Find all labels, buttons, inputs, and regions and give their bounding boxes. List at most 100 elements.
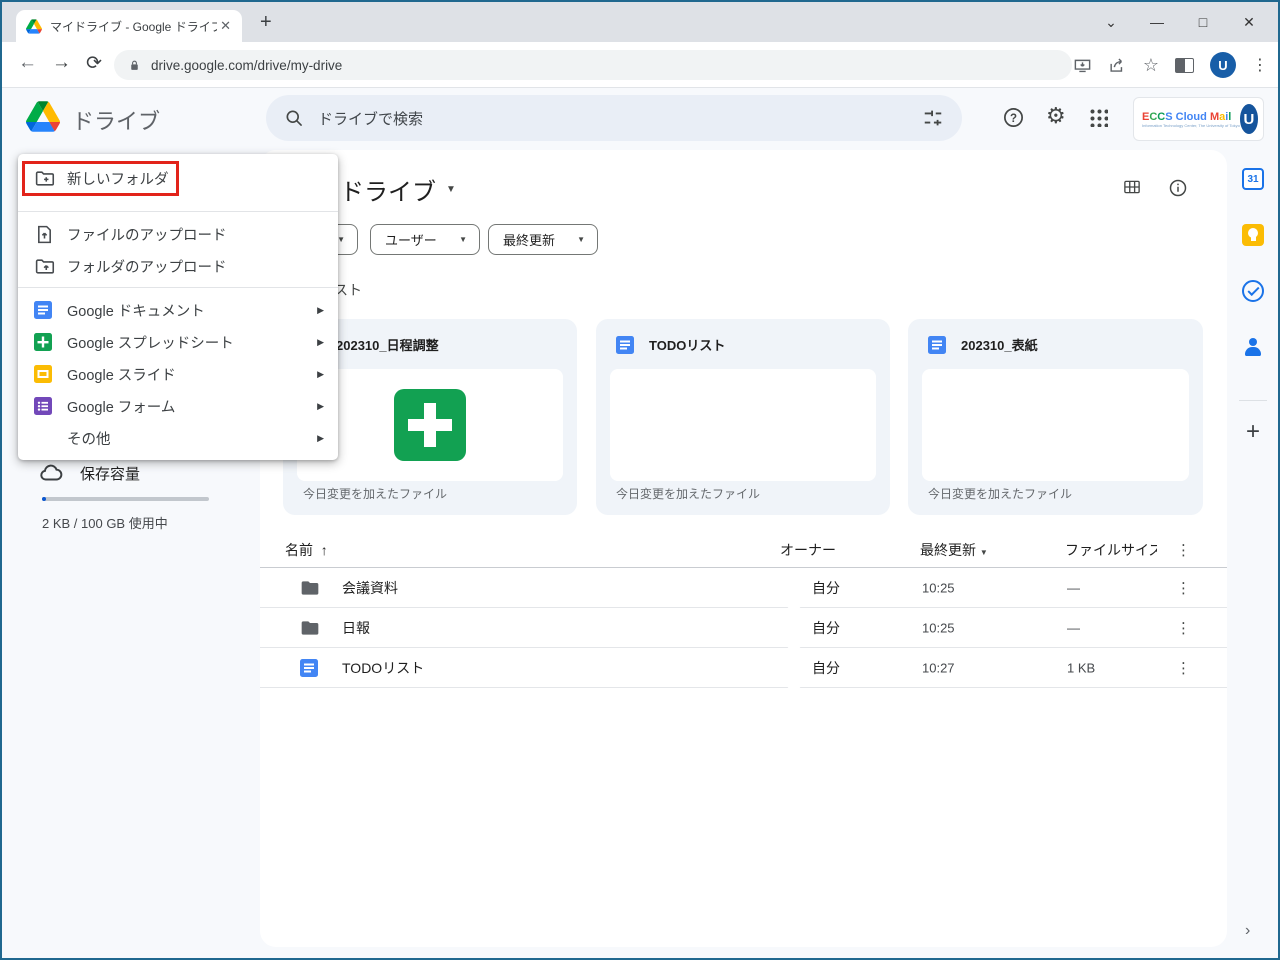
file-name: 会議資料	[342, 578, 398, 598]
url-text: drive.google.com/drive/my-drive	[151, 58, 342, 73]
table-row[interactable]: TODOリスト 自分 10:27 1 KB ⋮	[260, 648, 1227, 688]
tab-search-icon[interactable]: ⌄	[1088, 14, 1134, 31]
eccs-logo-subtitle: Information Technology Center, The Unive…	[1142, 123, 1240, 128]
row-options-icon[interactable]: ⋮	[1176, 659, 1191, 677]
menu-item-google-forms[interactable]: Google フォーム ▶	[18, 390, 338, 422]
share-icon[interactable]	[1108, 56, 1127, 75]
sheets-thumbnail-icon	[394, 389, 466, 461]
forms-icon	[34, 397, 52, 415]
eccs-logo-title: ECCS Cloud Mail	[1142, 111, 1240, 123]
folder-icon	[300, 618, 320, 638]
card-caption: 今日変更を加えたファイル	[616, 485, 760, 502]
browser-window: マイドライブ - Google ドライブ ✕ + ⌄ — □ ✕ ← → ⟳ d…	[0, 0, 1280, 960]
calendar-icon[interactable]: 31	[1241, 167, 1265, 191]
file-card[interactable]: TODOリスト 今日変更を加えたファイル	[596, 319, 890, 515]
search-placeholder: ドライブで検索	[318, 108, 922, 129]
card-caption: 今日変更を加えたファイル	[303, 485, 447, 502]
owner-name: 自分	[812, 618, 840, 638]
search-options-icon[interactable]	[922, 107, 944, 129]
owner-name: 自分	[812, 658, 840, 678]
tab-close-icon[interactable]: ✕	[217, 18, 234, 34]
add-app-button[interactable]: +	[1241, 420, 1265, 444]
info-icon[interactable]	[1168, 178, 1188, 198]
docs-icon	[34, 301, 52, 319]
maximize-button[interactable]: □	[1180, 14, 1226, 30]
contacts-icon[interactable]	[1241, 335, 1265, 359]
show-side-panel-icon[interactable]: ›	[1245, 922, 1250, 940]
menu-item-google-slides[interactable]: Google スライド ▶	[18, 358, 338, 390]
drive-logo[interactable]	[26, 101, 60, 132]
table-row[interactable]: 日報 自分 10:25 — ⋮	[260, 608, 1227, 648]
filter-chip-people[interactable]: ユーザー ▼	[370, 224, 480, 255]
chevron-down-icon: ▼	[577, 235, 585, 244]
menu-item-google-docs[interactable]: Google ドキュメント ▶	[18, 294, 338, 326]
storage-usage-text: 2 KB / 100 GB 使用中	[42, 513, 168, 532]
menu-item-file-upload[interactable]: ファイルのアップロード	[18, 218, 338, 250]
file-size: —	[1067, 620, 1080, 635]
column-modified[interactable]: 最終更新 ▼	[920, 540, 988, 560]
search-icon	[284, 108, 304, 128]
submenu-arrow-icon: ▶	[317, 369, 324, 380]
column-options-icon[interactable]: ⋮	[1176, 541, 1191, 559]
menu-item-more[interactable]: その他 ▶	[18, 422, 338, 454]
storage-progress-bar	[42, 497, 209, 501]
drive-favicon	[26, 19, 42, 34]
grid-view-icon[interactable]	[1122, 178, 1142, 196]
menu-item-folder-upload[interactable]: フォルダのアップロード	[18, 250, 338, 282]
menu-item-new-folder[interactable]: 新しいフォルダ	[18, 160, 338, 196]
submenu-arrow-icon: ▶	[317, 433, 324, 444]
menu-item-google-sheets[interactable]: Google スプレッドシート ▶	[18, 326, 338, 358]
storage-section[interactable]: 保存容量	[38, 460, 140, 486]
folder-upload-icon	[34, 256, 55, 277]
help-icon[interactable]	[1002, 106, 1025, 129]
chevron-down-icon: ▼	[337, 235, 345, 244]
filter-chip-modified[interactable]: 最終更新 ▼	[488, 224, 598, 255]
title-caret-icon: ▼	[446, 184, 456, 195]
back-icon[interactable]: ←	[18, 52, 37, 74]
new-tab-button[interactable]: +	[260, 12, 272, 32]
row-options-icon[interactable]: ⋮	[1176, 579, 1191, 597]
table-header: 名前 ↑ オーナー 最終更新 ▼ ファイルサイズ ⋮	[260, 532, 1227, 568]
new-menu-popup: 新しいフォルダ ファイルのアップロード フォルダのアップロード Google ド…	[18, 154, 338, 460]
storage-progress-fill	[42, 497, 46, 501]
column-name[interactable]: 名前 ↑	[285, 540, 328, 560]
browser-tab[interactable]: マイドライブ - Google ドライブ ✕	[16, 10, 242, 42]
storage-label: 保存容量	[80, 463, 140, 484]
address-bar[interactable]: drive.google.com/drive/my-drive	[114, 50, 1072, 80]
chevron-down-icon: ▼	[980, 548, 988, 557]
file-size: 1 KB	[1067, 660, 1095, 675]
file-card[interactable]: 202310_表紙 今日変更を加えたファイル	[908, 319, 1203, 515]
browser-titlebar: マイドライブ - Google ドライブ ✕ + ⌄ — □ ✕	[2, 2, 1278, 42]
browser-menu-icon[interactable]: ⋮	[1252, 55, 1268, 75]
docs-icon	[616, 336, 634, 354]
apps-grid-icon[interactable]	[1090, 109, 1108, 127]
search-bar[interactable]: ドライブで検索	[266, 95, 962, 141]
side-panel-icon[interactable]	[1175, 58, 1194, 73]
card-preview	[610, 369, 876, 481]
folder-icon	[300, 578, 320, 598]
file-size: —	[1067, 580, 1080, 595]
minimize-button[interactable]: —	[1134, 14, 1180, 30]
reload-icon[interactable]: ⟳	[86, 52, 102, 75]
tasks-icon[interactable]	[1241, 279, 1265, 303]
keep-icon[interactable]	[1241, 223, 1265, 247]
browser-avatar[interactable]: U	[1210, 52, 1236, 78]
sort-arrow-icon: ↑	[321, 542, 328, 558]
file-upload-icon	[34, 224, 55, 245]
bookmark-star-icon[interactable]: ☆	[1143, 55, 1159, 76]
submenu-arrow-icon: ▶	[317, 401, 324, 412]
close-button[interactable]: ✕	[1226, 14, 1272, 31]
install-icon[interactable]	[1073, 56, 1092, 75]
table-row[interactable]: 会議資料 自分 10:25 — ⋮	[260, 568, 1227, 608]
cloud-icon	[38, 460, 64, 486]
forward-icon[interactable]: →	[52, 52, 71, 74]
account-badge[interactable]: ECCS Cloud Mail Information Technology C…	[1133, 97, 1264, 141]
column-size[interactable]: ファイルサイズ	[1065, 540, 1157, 560]
row-options-icon[interactable]: ⋮	[1176, 619, 1191, 637]
column-owner[interactable]: オーナー	[780, 540, 836, 560]
settings-gear-icon[interactable]: ⚙	[1046, 103, 1066, 129]
card-title: 202310_表紙	[961, 335, 1038, 354]
slides-icon	[34, 365, 52, 383]
account-avatar[interactable]: U	[1240, 104, 1258, 134]
submenu-arrow-icon: ▶	[317, 305, 324, 316]
